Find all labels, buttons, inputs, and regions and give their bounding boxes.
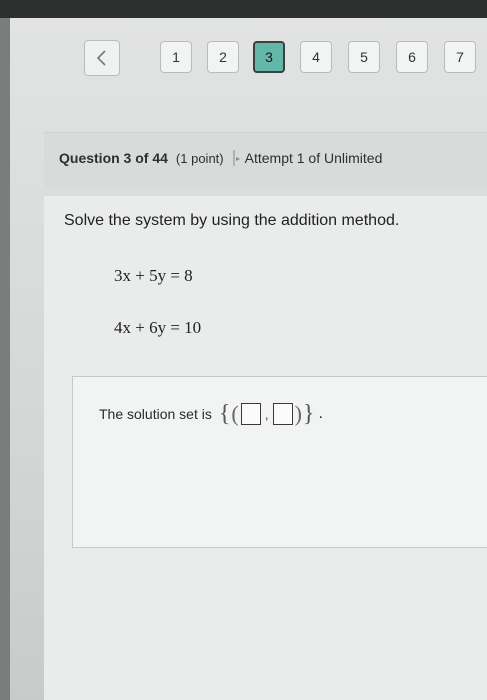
question-header: Question 3 of 44 (1 point) Attempt 1 of U… [44, 132, 487, 187]
device-left-bezel [0, 18, 10, 700]
previous-question-button[interactable] [84, 40, 120, 76]
right-brace: } [302, 400, 315, 427]
left-brace: { [218, 400, 231, 427]
equation-1: 3x + 5y = 8 [114, 266, 193, 285]
page-button-2[interactable]: 2 [207, 41, 239, 73]
question-number: Question 3 of 44 [59, 150, 168, 166]
comma-separator: , [264, 406, 269, 422]
attempt-count: Attempt 1 of Unlimited [244, 150, 383, 166]
page-button-3-current[interactable]: 3 [253, 41, 285, 73]
question-pager: 1 2 3 4 5 6 7 [0, 40, 487, 76]
attempt-divider-icon [233, 150, 240, 166]
equation-2: 4x + 6y = 10 [114, 318, 202, 337]
page-button-1[interactable]: 1 [160, 41, 192, 73]
page-button-6[interactable]: 6 [396, 41, 428, 73]
page-button-5[interactable]: 5 [348, 41, 380, 73]
left-paren: ( [231, 401, 239, 426]
x-value-input[interactable] [240, 403, 261, 425]
question-points: (1 point) [175, 151, 224, 166]
period: . [318, 405, 323, 422]
chevron-left-icon [96, 50, 106, 66]
answer-area: The solution set is { ( , ) } . [72, 376, 487, 548]
problem-instruction: Solve the system by using the addition m… [64, 212, 400, 229]
device-top-bezel [0, 0, 487, 18]
question-card: Solve the system by using the addition m… [44, 196, 487, 700]
right-paren: ) [294, 401, 302, 426]
page-button-7[interactable]: 7 [444, 41, 476, 73]
answer-prompt: The solution set is [99, 406, 212, 422]
y-value-input[interactable] [272, 403, 293, 425]
page-button-4[interactable]: 4 [300, 41, 332, 73]
